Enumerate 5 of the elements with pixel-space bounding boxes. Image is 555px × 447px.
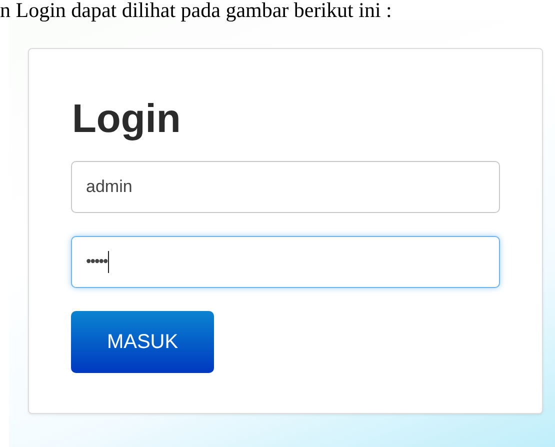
masuk-button[interactable]: MASUK <box>71 311 214 373</box>
login-title: Login <box>72 99 182 139</box>
caption-text: n Login dapat dilihat pada gambar berikut ini : <box>0 0 393 20</box>
username-field[interactable]: admin <box>71 161 500 213</box>
password-field[interactable]: ••••• <box>71 236 500 288</box>
